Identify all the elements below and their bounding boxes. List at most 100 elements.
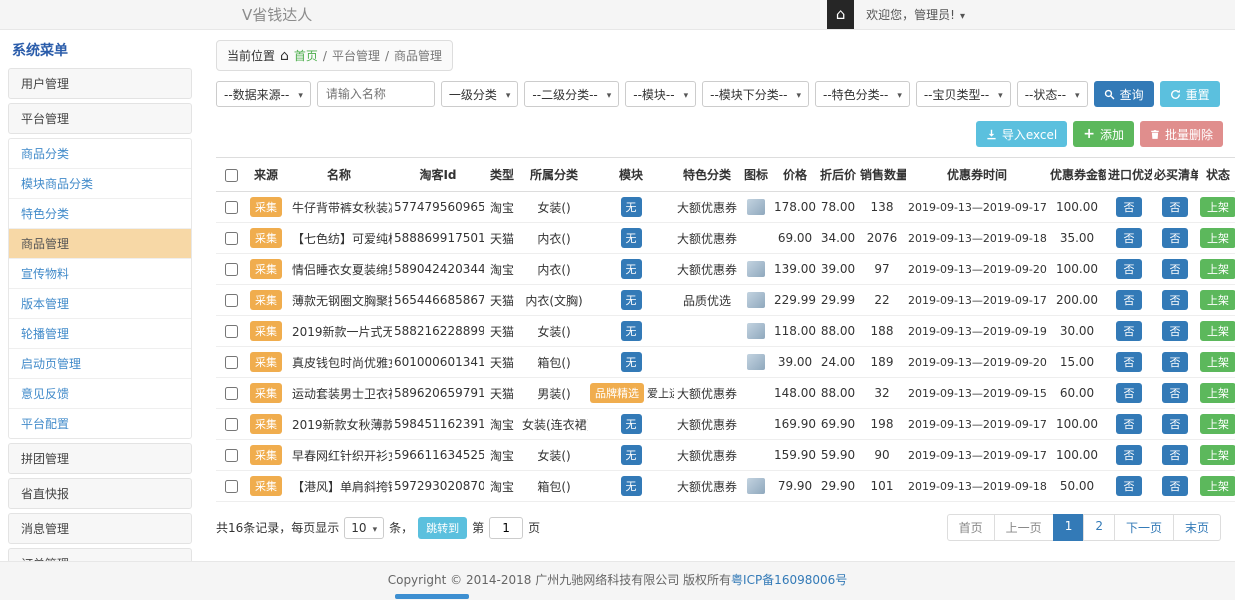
status-button[interactable]: 上架 [1200,352,1235,372]
page-button[interactable]: 下一页 [1114,514,1174,541]
sidebar-item[interactable]: 用户管理 [8,68,192,99]
sidebar-item[interactable]: 模块商品分类 [9,169,191,199]
status-button[interactable]: 上架 [1200,414,1235,434]
sidebar-item-active[interactable]: 商品管理 [9,229,191,259]
must-buy-toggle[interactable]: 否 [1162,352,1188,372]
filter-level2-category-select[interactable]: --二级分类-- [524,81,619,107]
sidebar-item[interactable]: 轮播管理 [9,319,191,349]
filter-item-type-select[interactable]: --宝贝类型-- [916,81,1011,107]
must-buy-toggle[interactable]: 否 [1162,445,1188,465]
breadcrumb-home-link[interactable]: 首页 [294,47,318,64]
filter-feature-category-select[interactable]: --特色分类-- [815,81,910,107]
status-button[interactable]: 上架 [1200,321,1235,341]
batch-delete-button[interactable]: 批量删除 [1140,121,1223,147]
category-cell: 女装() [520,316,588,347]
page-button[interactable]: 首页 [947,514,995,541]
import-select-toggle[interactable]: 否 [1116,321,1142,341]
sidebar-item[interactable]: 商品分类 [9,139,191,169]
filter-status-select[interactable]: --状态-- [1017,81,1088,107]
sidebar-item[interactable]: 版本管理 [9,289,191,319]
filter-data-source-select[interactable]: --数据来源-- [216,81,311,107]
search-button[interactable]: 查询 [1094,81,1154,107]
filter-module-subcategory-select[interactable]: --模块下分类-- [702,81,809,107]
row-checkbox[interactable] [225,480,238,493]
feature-category-cell [674,347,740,378]
status-button[interactable]: 上架 [1200,476,1235,496]
jump-button[interactable]: 跳转到 [418,517,467,539]
status-cell: 上架 [1198,223,1235,254]
sidebar-item[interactable]: 消息管理 [8,513,192,544]
sidebar-item[interactable]: 拼团管理 [8,443,192,474]
icp-link[interactable]: 粤ICP备16098006号 [731,573,847,587]
must-buy-toggle[interactable]: 否 [1162,383,1188,403]
sidebar-item[interactable]: 启动页管理 [9,349,191,379]
horizontal-scrollbar-thumb[interactable] [395,594,469,599]
page-button[interactable]: 1 [1053,514,1085,541]
import-select-cell: 否 [1106,192,1152,223]
status-button[interactable]: 上架 [1200,197,1235,217]
import-select-toggle[interactable]: 否 [1116,290,1142,310]
user-menu[interactable]: 欢迎您，管理员! [854,0,977,29]
table-row: 采集2019新款女秋薄款...598451162391淘宝女装(连衣裙)无大额优… [216,409,1235,440]
sidebar-item[interactable]: 宣传物料 [9,259,191,289]
add-button[interactable]: 添加 [1073,121,1134,147]
status-button[interactable]: 上架 [1200,228,1235,248]
import-select-toggle[interactable]: 否 [1116,352,1142,372]
must-buy-toggle[interactable]: 否 [1162,197,1188,217]
page-button[interactable]: 末页 [1173,514,1221,541]
coupon-time-cell: 2019-09-13—2019-09-15 [906,378,1048,409]
import-select-toggle[interactable]: 否 [1116,228,1142,248]
page-button[interactable]: 2 [1083,514,1115,541]
source-cell: 采集 [246,440,286,471]
row-checkbox[interactable] [225,325,238,338]
sidebar-item[interactable]: 订单管理 [8,548,192,561]
import-select-toggle[interactable]: 否 [1116,383,1142,403]
filter-level1-category-select[interactable]: 一级分类 [441,81,519,107]
status-button[interactable]: 上架 [1200,445,1235,465]
must-buy-toggle[interactable]: 否 [1162,321,1188,341]
sidebar-item[interactable]: 特色分类 [9,199,191,229]
row-checkbox[interactable] [225,294,238,307]
sidebar-item[interactable]: 平台管理 [8,103,192,134]
taoke-id-cell: 565446685867 [392,285,484,316]
row-checkbox[interactable] [225,201,238,214]
must-buy-toggle[interactable]: 否 [1162,476,1188,496]
must-buy-toggle[interactable]: 否 [1162,414,1188,434]
must-buy-toggle[interactable]: 否 [1162,259,1188,279]
column-header: 所属分类 [520,158,588,192]
jump-page-input[interactable] [489,517,523,539]
type-cell: 天猫 [484,347,520,378]
import-select-toggle[interactable]: 否 [1116,414,1142,434]
status-button[interactable]: 上架 [1200,259,1235,279]
discount-price-cell: 88.00 [818,316,858,347]
status-cell: 上架 [1198,440,1235,471]
row-checkbox[interactable] [225,418,238,431]
row-checkbox[interactable] [225,449,238,462]
sidebar-item[interactable]: 省直快报 [8,478,192,509]
row-checkbox[interactable] [225,263,238,276]
select-all-checkbox[interactable] [225,169,238,182]
sidebar-item[interactable]: 意见反馈 [9,379,191,409]
status-button[interactable]: 上架 [1200,290,1235,310]
module-badge: 无 [621,445,642,465]
row-checkbox[interactable] [225,387,238,400]
import-select-toggle[interactable]: 否 [1116,259,1142,279]
source-badge: 采集 [250,352,282,372]
breadcrumb-item-products: 商品管理 [394,47,442,64]
sidebar-item[interactable]: 平台配置 [9,409,191,438]
import-select-toggle[interactable]: 否 [1116,476,1142,496]
filter-module-select[interactable]: --模块-- [625,81,696,107]
reset-button[interactable]: 重置 [1160,81,1220,107]
page-button[interactable]: 上一页 [994,514,1054,541]
home-button[interactable] [827,0,854,29]
page-size-select[interactable]: 10 [344,517,384,539]
filter-name-input[interactable] [317,81,435,107]
status-button[interactable]: 上架 [1200,383,1235,403]
import-select-toggle[interactable]: 否 [1116,445,1142,465]
import-select-toggle[interactable]: 否 [1116,197,1142,217]
must-buy-toggle[interactable]: 否 [1162,290,1188,310]
must-buy-toggle[interactable]: 否 [1162,228,1188,248]
row-checkbox[interactable] [225,232,238,245]
import-excel-button[interactable]: 导入excel [976,121,1067,147]
row-checkbox[interactable] [225,356,238,369]
